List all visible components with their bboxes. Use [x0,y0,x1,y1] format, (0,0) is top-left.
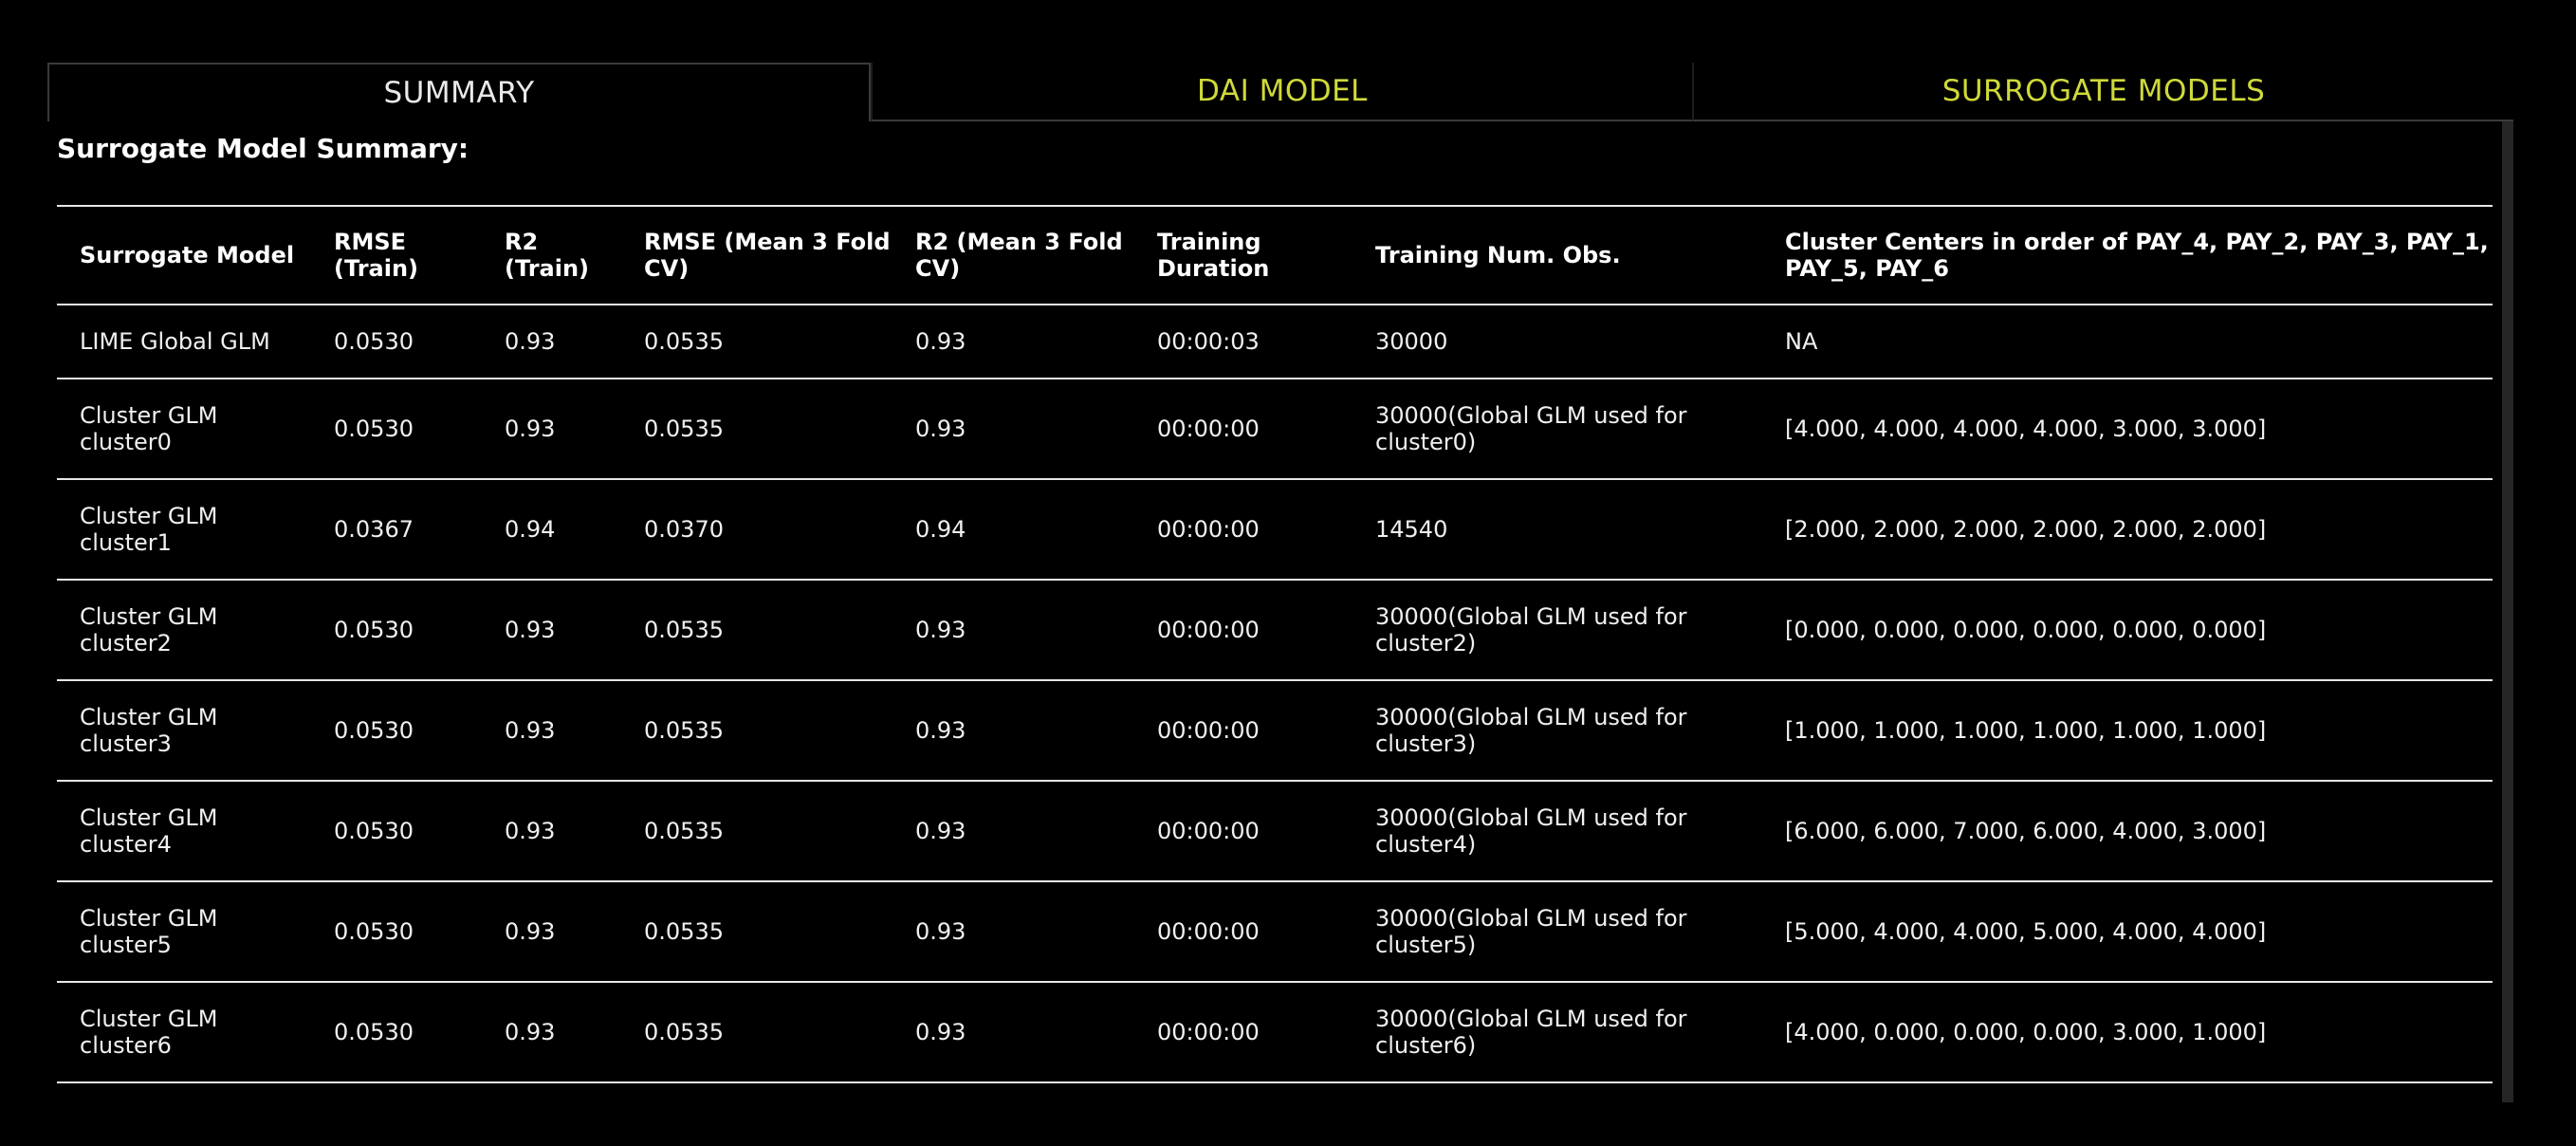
table-row: Cluster GLM cluster2 0.0530 0.93 0.0535 … [57,579,2493,680]
cell-rmse-cv: 0.0535 [621,981,892,1083]
cell-cluster-centers: [4.000, 0.000, 0.000, 0.000, 3.000, 1.00… [1762,981,2493,1083]
cell-duration: 00:00:00 [1134,579,1352,680]
cell-rmse-train: 0.0530 [311,880,482,982]
cell-rmse-cv: 0.0535 [621,880,892,982]
cell-cluster-centers: [2.000, 2.000, 2.000, 2.000, 2.000, 2.00… [1762,478,2493,580]
cell-r2-train: 0.94 [482,478,621,580]
cell-rmse-cv: 0.0370 [621,478,892,580]
cell-r2-train: 0.93 [482,679,621,781]
cell-rmse-train: 0.0530 [311,378,482,479]
cell-num-obs: 30000(Global GLM used for cluster3) [1352,679,1762,781]
cell-duration: 00:00:00 [1134,478,1352,580]
cell-num-obs: 30000(Global GLM used for cluster0) [1352,378,1762,479]
cell-r2-train: 0.93 [482,378,621,479]
table-row: Cluster GLM cluster3 0.0530 0.93 0.0535 … [57,679,2493,781]
cell-duration: 00:00:03 [1134,304,1352,379]
cell-r2-train: 0.93 [482,981,621,1083]
cell-rmse-train: 0.0530 [311,679,482,781]
cell-num-obs: 30000(Global GLM used for cluster2) [1352,579,1762,680]
cell-r2-cv: 0.94 [892,478,1134,580]
cell-duration: 00:00:00 [1134,679,1352,781]
cell-num-obs: 30000(Global GLM used for cluster4) [1352,780,1762,881]
cell-r2-train: 0.93 [482,579,621,680]
tab-bar: SUMMARY DAI MODEL SURROGATE MODELS [47,63,2513,121]
tab-summary[interactable]: SUMMARY [47,63,871,121]
cell-r2-cv: 0.93 [892,780,1134,881]
header-r2-cv[interactable]: R2 (Mean 3 Fold CV) [892,205,1134,305]
cell-rmse-train: 0.0530 [311,304,482,379]
cell-model: Cluster GLM cluster5 [57,880,311,982]
table-row: Cluster GLM cluster4 0.0530 0.93 0.0535 … [57,780,2493,881]
cell-duration: 00:00:00 [1134,981,1352,1083]
cell-r2-train: 0.93 [482,304,621,379]
cell-rmse-cv: 0.0535 [621,780,892,881]
cell-rmse-cv: 0.0535 [621,378,892,479]
cell-cluster-centers: [1.000, 1.000, 1.000, 1.000, 1.000, 1.00… [1762,679,2493,781]
cell-model: Cluster GLM cluster1 [57,478,311,580]
cell-duration: 00:00:00 [1134,780,1352,881]
cell-model: Cluster GLM cluster4 [57,780,311,881]
cell-duration: 00:00:00 [1134,880,1352,982]
cell-duration: 00:00:00 [1134,378,1352,479]
table-row: Cluster GLM cluster0 0.0530 0.93 0.0535 … [57,378,2493,479]
cell-rmse-train: 0.0530 [311,780,482,881]
cell-cluster-centers: [6.000, 6.000, 7.000, 6.000, 4.000, 3.00… [1762,780,2493,881]
cell-rmse-train: 0.0530 [311,579,482,680]
header-cluster-centers[interactable]: Cluster Centers in order of PAY_4, PAY_2… [1762,205,2493,305]
cell-r2-cv: 0.93 [892,679,1134,781]
cell-rmse-cv: 0.0535 [621,679,892,781]
cell-cluster-centers: NA [1762,304,2493,379]
table-row: LIME Global GLM 0.0530 0.93 0.0535 0.93 … [57,304,2493,379]
cell-model: LIME Global GLM [57,304,311,379]
cell-rmse-train: 0.0367 [311,478,482,580]
table-row: Cluster GLM cluster6 0.0530 0.93 0.0535 … [57,981,2493,1083]
cell-rmse-cv: 0.0535 [621,304,892,379]
cell-cluster-centers: [0.000, 0.000, 0.000, 0.000, 0.000, 0.00… [1762,579,2493,680]
surrogate-summary-table: Surrogate Model RMSE (Train) R2 (Train) … [57,205,2493,1083]
header-rmse-cv[interactable]: RMSE (Mean 3 Fold CV) [621,205,892,305]
cell-num-obs: 30000 [1352,304,1762,379]
header-training-duration[interactable]: Training Duration [1134,205,1352,305]
cell-r2-train: 0.93 [482,780,621,881]
header-training-num-obs[interactable]: Training Num. Obs. [1352,205,1762,305]
cell-r2-cv: 0.93 [892,579,1134,680]
cell-r2-cv: 0.93 [892,981,1134,1083]
cell-rmse-train: 0.0530 [311,981,482,1083]
cell-model: Cluster GLM cluster3 [57,679,311,781]
cell-model: Cluster GLM cluster6 [57,981,311,1083]
header-surrogate-model[interactable]: Surrogate Model [57,205,311,305]
cell-r2-cv: 0.93 [892,378,1134,479]
tab-surrogate-models[interactable]: SURROGATE MODELS [1692,63,2513,121]
cell-r2-train: 0.93 [482,880,621,982]
cell-cluster-centers: [4.000, 4.000, 4.000, 4.000, 3.000, 3.00… [1762,378,2493,479]
cell-rmse-cv: 0.0535 [621,579,892,680]
table-row: Cluster GLM cluster5 0.0530 0.93 0.0535 … [57,880,2493,982]
cell-model: Cluster GLM cluster0 [57,378,311,479]
cell-num-obs: 14540 [1352,478,1762,580]
cell-r2-cv: 0.93 [892,880,1134,982]
vertical-scrollbar[interactable] [2502,121,2513,1102]
cell-num-obs: 30000(Global GLM used for cluster6) [1352,981,1762,1083]
cell-model: Cluster GLM cluster2 [57,579,311,680]
header-rmse-train[interactable]: RMSE (Train) [311,205,482,305]
tab-dai-model[interactable]: DAI MODEL [871,63,1692,121]
cell-num-obs: 30000(Global GLM used for cluster5) [1352,880,1762,982]
cell-cluster-centers: [5.000, 4.000, 4.000, 5.000, 4.000, 4.00… [1762,880,2493,982]
table-header-row: Surrogate Model RMSE (Train) R2 (Train) … [57,205,2493,305]
table-row: Cluster GLM cluster1 0.0367 0.94 0.0370 … [57,478,2493,580]
panel-title: Surrogate Model Summary: [57,133,469,164]
header-r2-train[interactable]: R2 (Train) [482,205,621,305]
cell-r2-cv: 0.93 [892,304,1134,379]
